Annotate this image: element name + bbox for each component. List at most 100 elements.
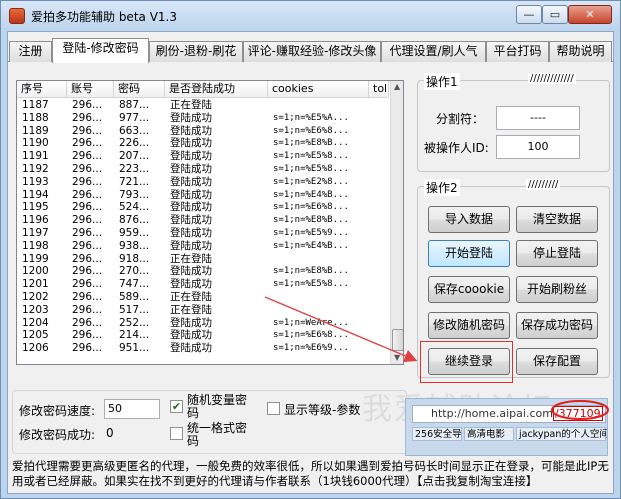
column-header[interactable]: tol: [369, 81, 389, 98]
table-cell-pwd: 223...: [119, 162, 150, 175]
table-row[interactable]: 1202 296... 589... 正在登陆: [17, 291, 387, 304]
table-body: 1187 296... 887... 正在登陆 1188 296... 977... 登陆成功…: [17, 99, 387, 355]
table-cell-acct: 296...: [72, 342, 103, 355]
table-row[interactable]: 1192 296... 223... 登陆成功 s=1;n=%E5%8...: [17, 163, 387, 176]
delimiter-input[interactable]: ----: [496, 106, 580, 130]
table-cell-cookie: s=1;n=%E5%8...: [273, 279, 349, 290]
table-cell-id: 1199: [22, 252, 49, 265]
column-header[interactable]: 序号: [17, 81, 67, 98]
table-row[interactable]: 1187 296... 887... 正在登陆: [17, 99, 387, 112]
table-row[interactable]: 1193 296... 721... 登陆成功 s=1;n=%E2%8...: [17, 176, 387, 189]
table-row[interactable]: 1205 296... 214... 登陆成功 s=1;n=%E6%8...: [17, 329, 387, 342]
tab-captcha-platform[interactable]: 平台打码: [486, 41, 549, 62]
table-row[interactable]: 1197 296... 959... 登陆成功 s=1;n=%E5%9...: [17, 227, 387, 240]
table-cell-acct: 296...: [72, 111, 103, 124]
show-level-checkbox[interactable]: [267, 402, 280, 415]
table-cell-status: 登陆成功: [170, 239, 212, 252]
table-cell-pwd: 876...: [119, 214, 150, 227]
table-cell-pwd: 226...: [119, 137, 150, 150]
change-random-password-button[interactable]: 修改随机密码: [428, 312, 510, 339]
table-row[interactable]: 1204 296... 252... 登陆成功 s=1;n=WeAre...: [17, 317, 387, 330]
table-cell-id: 1206: [22, 342, 49, 355]
table-cell-status: 登陆成功: [170, 124, 212, 137]
table-cell-pwd: 517...: [119, 303, 150, 316]
proxy-notice[interactable]: 爱拍代理需要更高级更匿名的代理，一般免费的效率很低，所以如果遇到爱拍号码长时间显…: [12, 459, 612, 489]
table-cell-id: 1194: [22, 188, 49, 201]
random-password-checkbox[interactable]: ✔: [170, 400, 183, 413]
show-level-label: 显示等级-参数: [284, 403, 361, 417]
table-cell-status: 登陆成功: [170, 111, 212, 124]
operation1-title: 操作1: [424, 73, 460, 90]
unified-password-checkbox[interactable]: [170, 427, 183, 440]
table-cell-id: 1196: [22, 214, 49, 227]
browser-tab: 256安全导: [412, 427, 462, 441]
tab-proxy-popularity[interactable]: 代理设置/刷人气: [381, 41, 486, 62]
close-button[interactable]: ✕: [568, 5, 612, 24]
table-row[interactable]: 1196 296... 876... 登陆成功 s=1;n=%E8%B...: [17, 214, 387, 227]
tab-help[interactable]: 帮助说明: [549, 41, 612, 62]
table-cell-acct: 296...: [72, 239, 103, 252]
table-row[interactable]: 1191 296... 207... 登陆成功 s=1;n=%E5%8...: [17, 150, 387, 163]
start-login-button[interactable]: 开始登陆: [428, 240, 510, 267]
table-cell-id: 1201: [22, 278, 49, 291]
accounts-table[interactable]: 序号 账号 密码 是否登陆成功 cookies tol 1187 296... 88…: [16, 80, 404, 365]
operation2-title: 操作2: [424, 179, 460, 196]
column-header[interactable]: cookies: [268, 81, 369, 98]
table-row[interactable]: 1199 296... 918... 正在登陆: [17, 253, 387, 266]
maximize-button[interactable]: ▭: [542, 5, 568, 24]
table-row[interactable]: 1198 296... 938... 登陆成功 s=1;n=%E4%B...: [17, 240, 387, 253]
column-header[interactable]: 密码: [114, 81, 165, 98]
import-data-button[interactable]: 导入数据: [428, 206, 510, 233]
delimiter-label: 分割符：: [436, 112, 485, 126]
table-cell-pwd: 887...: [119, 99, 150, 111]
table-cell-id: 1190: [22, 137, 49, 150]
tab-register[interactable]: 注册: [9, 41, 52, 62]
table-row[interactable]: 1206 296... 951... 登陆成功 s=1;n=%E6%9...: [17, 342, 387, 355]
browser-url-bar: http://home.aipai.com/377109: [412, 405, 606, 423]
table-cell-cookie: s=1;n=%E6%9...: [273, 343, 349, 354]
save-success-password-button[interactable]: 保存成功密码: [516, 312, 598, 339]
app-logo-icon: [9, 8, 25, 24]
table-cell-status: 登陆成功: [170, 278, 212, 291]
clear-data-button[interactable]: 清空数据: [516, 206, 598, 233]
speed-input[interactable]: 50: [104, 399, 160, 419]
column-header[interactable]: 账号: [67, 81, 114, 98]
success-count-value: 0: [106, 426, 114, 440]
table-row[interactable]: 1195 296... 524... 登陆成功 s=1;n=%E6%8...: [17, 201, 387, 214]
scroll-down-icon[interactable]: ▼: [394, 353, 400, 362]
minimize-button[interactable]: —: [516, 5, 542, 24]
scroll-up-icon[interactable]: ▲: [394, 82, 400, 91]
column-header[interactable]: 是否登陆成功: [165, 81, 268, 98]
table-row[interactable]: 1203 296... 517... 正在登陆: [17, 304, 387, 317]
table-cell-status: 登陆成功: [170, 316, 212, 329]
table-row[interactable]: 1188 296... 977... 登陆成功 s=1;n=%E5%A...: [17, 112, 387, 125]
save-config-button[interactable]: 保存配置: [516, 348, 598, 375]
table-cell-status: 登陆成功: [170, 137, 212, 150]
tab-comment-exp-avatar[interactable]: 评论-赚取经验-修改头像: [243, 41, 381, 62]
table-row[interactable]: 1189 296... 663... 登陆成功 s=1;n=%E6%8...: [17, 125, 387, 138]
success-count-label: 修改密码成功:: [19, 428, 96, 442]
start-fans-button[interactable]: 开始刷粉丝: [516, 276, 598, 303]
table-cell-status: 正在登陆: [170, 252, 212, 265]
table-row[interactable]: 1201 296... 747... 登陆成功 s=1;n=%E5%8...: [17, 278, 387, 291]
table-row[interactable]: 1200 296... 270... 登陆成功 s=1;n=%E8%B...: [17, 265, 387, 278]
table-scrollbar[interactable]: ▲ ▼: [390, 81, 403, 364]
table-cell-acct: 296...: [72, 124, 103, 137]
scrollbar-thumb[interactable]: [392, 329, 403, 351]
unified-password-label: 统一格式密码: [187, 421, 248, 448]
save-cookie-button[interactable]: 保存coookie: [428, 276, 510, 303]
table-cell-id: 1197: [22, 226, 49, 239]
table-cell-cookie: s=1;n=%E8%B...: [273, 215, 349, 226]
operation2-decor: /////////: [526, 179, 561, 190]
tab-fans-flowers[interactable]: 刷份-退粉-刷花: [149, 41, 243, 62]
table-cell-status: 登陆成功: [170, 329, 212, 342]
table-cell-pwd: 747...: [119, 278, 150, 291]
table-row[interactable]: 1194 296... 793... 登陆成功 s=1;n=%E4%B...: [17, 189, 387, 202]
operator-id-input[interactable]: 100: [496, 135, 580, 159]
title-bar[interactable]: 爱拍多功能辅助 beta V1.3 — ▭ ✕: [1, 1, 620, 31]
stop-login-button[interactable]: 停止登陆: [516, 240, 598, 267]
tab-login-change-password[interactable]: 登陆-修改密码: [52, 38, 149, 63]
table-cell-acct: 296...: [72, 329, 103, 342]
table-cell-id: 1200: [22, 265, 49, 278]
table-row[interactable]: 1190 296... 226... 登陆成功 s=1;n=%E8%B...: [17, 137, 387, 150]
